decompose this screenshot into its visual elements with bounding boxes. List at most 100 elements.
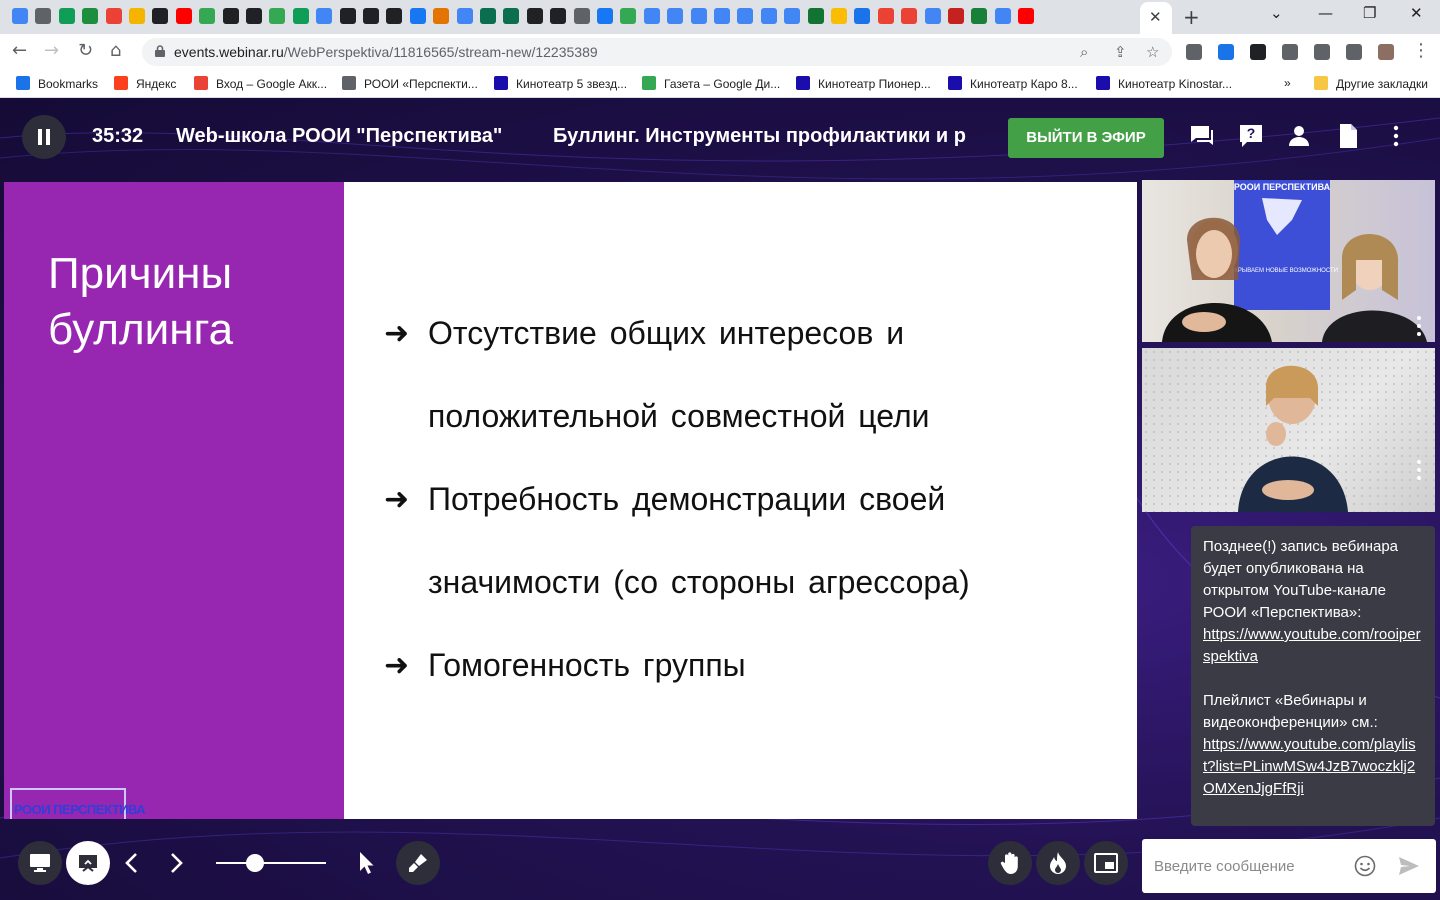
- forward-button[interactable]: →: [44, 40, 59, 61]
- video-tile-speakers[interactable]: РООИ ПЕРСПЕКТИВА ОТКРЫВАЕМ НОВЫЕ ВОЗМОЖН…: [1142, 180, 1435, 342]
- tab-favicon-icon[interactable]: [386, 8, 403, 24]
- screen-share-button[interactable]: [18, 841, 62, 885]
- minimize-button[interactable]: —: [1318, 4, 1333, 22]
- previous-slide-icon[interactable]: [118, 849, 146, 877]
- extension-icon[interactable]: [1378, 44, 1394, 60]
- draw-tool-button[interactable]: [396, 841, 440, 885]
- new-tab-button[interactable]: +: [1183, 5, 1200, 29]
- tab-favicon-icon[interactable]: [82, 8, 99, 24]
- extension-icon[interactable]: [1250, 44, 1266, 60]
- tab-favicon-icon[interactable]: [363, 8, 379, 24]
- browser-menu-icon[interactable]: ⋮: [1412, 40, 1430, 61]
- slide-zoom-handle[interactable]: [245, 854, 264, 872]
- tab-favicon-icon[interactable]: [924, 8, 941, 24]
- tab-favicon-icon[interactable]: [339, 8, 356, 24]
- tab-favicon-icon[interactable]: [175, 8, 192, 24]
- tab-favicon-icon[interactable]: [994, 8, 1011, 24]
- tab-favicon-icon[interactable]: [597, 8, 613, 24]
- bookmarks-overflow-button[interactable]: »: [1284, 76, 1291, 90]
- tab-favicon-icon[interactable]: [690, 8, 707, 24]
- tab-favicon-icon[interactable]: [877, 8, 894, 24]
- star-icon[interactable]: ☆: [1146, 43, 1159, 61]
- tab-favicon-icon[interactable]: [58, 8, 75, 24]
- tab-favicon-icon[interactable]: [246, 8, 262, 24]
- extension-icon[interactable]: [1346, 44, 1362, 60]
- bookmark-item[interactable]: Вход – Google Акк...: [194, 76, 327, 91]
- tab-favicon-icon[interactable]: [971, 8, 988, 24]
- extension-icon[interactable]: [1186, 44, 1202, 60]
- next-slide-icon[interactable]: [162, 849, 190, 877]
- extension-icon[interactable]: [1314, 44, 1330, 60]
- tab-favicon-icon[interactable]: [152, 8, 169, 24]
- address-bar[interactable]: events.webinar.ru/WebPerspektiva/1181656…: [142, 38, 1172, 66]
- tab-favicon-icon[interactable]: [737, 8, 754, 24]
- reload-button[interactable]: ↻: [78, 40, 93, 61]
- tab-favicon-icon[interactable]: [807, 8, 824, 24]
- back-button[interactable]: ←: [12, 40, 27, 61]
- questions-icon[interactable]: ?: [1237, 122, 1265, 150]
- close-window-button[interactable]: ✕: [1410, 4, 1423, 22]
- home-button[interactable]: ⌂: [110, 40, 121, 61]
- tile-menu-icon[interactable]: [1417, 316, 1421, 340]
- tab-favicon-icon[interactable]: [503, 8, 520, 24]
- chat-link-channel[interactable]: https://www.youtube.com/rooiperspektiva: [1203, 626, 1421, 665]
- file-icon[interactable]: [1334, 122, 1362, 150]
- bookmark-item[interactable]: Кинотеатр Пионер...: [796, 76, 931, 91]
- tab-favicon-icon[interactable]: [948, 8, 964, 24]
- tab-favicon-icon[interactable]: [35, 8, 52, 24]
- layout-button[interactable]: [1084, 841, 1128, 885]
- tab-favicon-icon[interactable]: [129, 8, 145, 24]
- tab-favicon-icon[interactable]: [433, 8, 450, 24]
- bookmark-item[interactable]: РООИ «Перспекти...: [342, 76, 478, 91]
- emoji-icon[interactable]: [1354, 855, 1376, 877]
- chat-message-input[interactable]: [1154, 854, 1350, 878]
- tab-favicon-icon[interactable]: [409, 8, 426, 24]
- tab-favicon-icon[interactable]: [784, 8, 801, 24]
- tab-search-icon[interactable]: ⌄: [1270, 4, 1283, 22]
- tab-favicon-icon[interactable]: [714, 8, 730, 24]
- tab-favicon-icon[interactable]: [292, 8, 309, 24]
- tab-favicon-icon[interactable]: [12, 8, 28, 24]
- slide-zoom-slider[interactable]: [216, 862, 326, 864]
- extension-icon[interactable]: [1218, 44, 1234, 60]
- tab-favicon-icon[interactable]: [105, 8, 122, 24]
- pointer-icon[interactable]: [352, 849, 380, 877]
- bookmark-item[interactable]: Яндекс: [114, 76, 176, 91]
- chat-icon[interactable]: [1188, 122, 1216, 150]
- bookmark-item[interactable]: Кинотеатр Kinostar...: [1096, 76, 1232, 91]
- bookmark-item[interactable]: Bookmarks: [16, 76, 98, 91]
- raise-hand-button[interactable]: [988, 841, 1032, 885]
- active-tab[interactable]: ✕: [1140, 2, 1172, 34]
- tab-favicon-icon[interactable]: [199, 8, 216, 24]
- reactions-button[interactable]: [1036, 841, 1080, 885]
- chat-link-playlist[interactable]: https://www.youtube.com/playlist?list=PL…: [1203, 736, 1416, 797]
- maximize-button[interactable]: ❐: [1363, 4, 1376, 22]
- tab-favicon-icon[interactable]: [620, 8, 637, 24]
- tab-favicon-icon[interactable]: [854, 8, 871, 24]
- tab-favicon-icon[interactable]: [760, 8, 777, 24]
- tab-favicon-icon[interactable]: [269, 8, 286, 24]
- tab-favicon-icon[interactable]: [456, 8, 473, 24]
- tab-favicon-icon[interactable]: [901, 8, 918, 24]
- tab-favicon-icon[interactable]: [222, 8, 239, 24]
- video-tile-interpreter[interactable]: [1142, 348, 1435, 512]
- close-tab-icon[interactable]: ✕: [1149, 8, 1162, 26]
- tab-favicon-icon[interactable]: [526, 8, 543, 24]
- tab-favicon-icon[interactable]: [480, 8, 496, 24]
- more-options-icon[interactable]: [1382, 122, 1410, 150]
- bookmark-item[interactable]: Газета – Google Ди...: [642, 76, 780, 91]
- extension-icon[interactable]: [1282, 44, 1298, 60]
- presentation-button[interactable]: [66, 841, 110, 885]
- tab-favicon-icon[interactable]: [550, 8, 567, 24]
- tab-favicon-icon[interactable]: [316, 8, 333, 24]
- tab-favicon-icon[interactable]: [573, 8, 590, 24]
- other-bookmarks-folder[interactable]: Другие закладки: [1314, 76, 1428, 91]
- tile-menu-icon-2[interactable]: [1417, 460, 1421, 484]
- bookmark-item[interactable]: Кинотеатр Каро 8...: [948, 76, 1078, 91]
- url-text[interactable]: events.webinar.ru/WebPerspektiva/1181656…: [174, 44, 598, 60]
- share-icon[interactable]: ⇪: [1114, 43, 1127, 61]
- go-live-button[interactable]: ВЫЙТИ В ЭФИР: [1008, 118, 1164, 158]
- send-icon[interactable]: [1398, 856, 1420, 876]
- tab-favicon-icon[interactable]: [643, 8, 660, 24]
- participants-icon[interactable]: [1285, 122, 1313, 150]
